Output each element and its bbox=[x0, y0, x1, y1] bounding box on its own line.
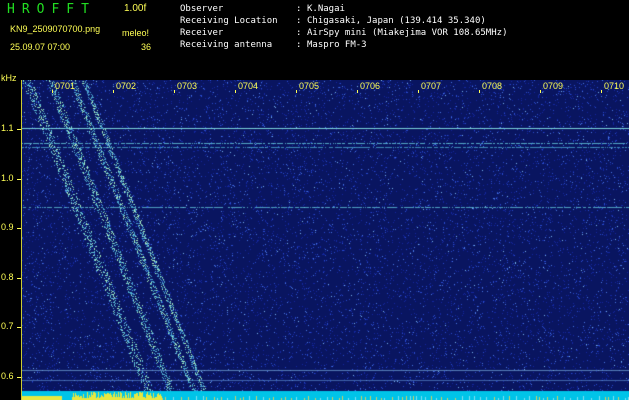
frequency-tick-label: 0.7 bbox=[1, 321, 14, 331]
receiver-label: Receiver bbox=[180, 28, 224, 38]
time-tick-mark bbox=[113, 90, 114, 93]
time-tick-mark bbox=[235, 90, 236, 93]
time-tick-mark bbox=[52, 90, 53, 93]
location-label: Receiving Location bbox=[180, 16, 278, 26]
receiver-separator: : bbox=[296, 28, 302, 38]
time-label: 0703 bbox=[177, 81, 198, 91]
frequency-unit: kHz bbox=[1, 73, 17, 83]
frequency-tick-label: 0.6 bbox=[1, 370, 14, 381]
location-separator: : bbox=[296, 16, 302, 26]
time-tick-mark bbox=[479, 90, 480, 93]
observer-label: Observer bbox=[180, 4, 224, 14]
time-label: 0701 bbox=[55, 81, 76, 91]
antenna-label: Receiving antenna bbox=[180, 40, 273, 50]
time-label: 0705 bbox=[299, 81, 320, 91]
frequency-tick-label: 0.8 bbox=[1, 271, 14, 282]
time-label: 0702 bbox=[116, 81, 137, 91]
time-label: 0709 bbox=[543, 81, 564, 91]
time-label: 0710 bbox=[604, 81, 625, 91]
time-label: 0707 bbox=[421, 81, 442, 91]
frequency-tick-mark bbox=[17, 178, 21, 180]
observer-value: K.Nagai bbox=[307, 4, 345, 14]
meleo-label: meleo! bbox=[122, 28, 150, 38]
capture-datetime: 25.09.07 07:00 bbox=[10, 42, 71, 52]
frequency-tick-mark bbox=[17, 129, 21, 130]
time-tick-mark bbox=[296, 90, 297, 93]
antenna-value: Maspro FM-3 bbox=[307, 40, 367, 50]
time-tick-mark bbox=[540, 90, 541, 93]
time-tick-mark bbox=[601, 90, 602, 93]
frequency-tick-label: 1.0 bbox=[1, 172, 14, 183]
frequency-tick-mark bbox=[17, 277, 21, 279]
app-version: 1.00f bbox=[124, 3, 147, 14]
time-tick-mark bbox=[418, 90, 419, 93]
time-tick-mark bbox=[174, 90, 175, 93]
location-value: Chigasaki, Japan (139.414 35.340) bbox=[307, 16, 486, 26]
time-label: 0706 bbox=[360, 81, 381, 91]
app-logo: HROFFT bbox=[7, 2, 96, 17]
time-tick-mark bbox=[357, 90, 358, 93]
frequency-tick-label: 1.1 bbox=[1, 123, 14, 133]
time-label: 0704 bbox=[238, 81, 259, 91]
receiver-value: AirSpy mini (Miakejima VOR 108.65MHz) bbox=[307, 28, 508, 38]
frequency-tick-mark bbox=[17, 327, 21, 328]
observer-separator: : bbox=[296, 4, 302, 14]
waterfall-spectrogram[interactable] bbox=[22, 80, 629, 400]
header-panel: HROFFT 1.00f KN9_2509070700.png meleo! 2… bbox=[0, 0, 629, 80]
frequency-tick-mark bbox=[17, 376, 21, 378]
antenna-separator: : bbox=[296, 40, 302, 50]
file-name: KN9_2509070700.png bbox=[10, 24, 101, 34]
frequency-tick-mark bbox=[17, 228, 21, 229]
meteor-count: 36 bbox=[141, 42, 152, 52]
time-label: 0708 bbox=[482, 81, 503, 91]
frequency-tick-label: 0.9 bbox=[1, 222, 14, 232]
